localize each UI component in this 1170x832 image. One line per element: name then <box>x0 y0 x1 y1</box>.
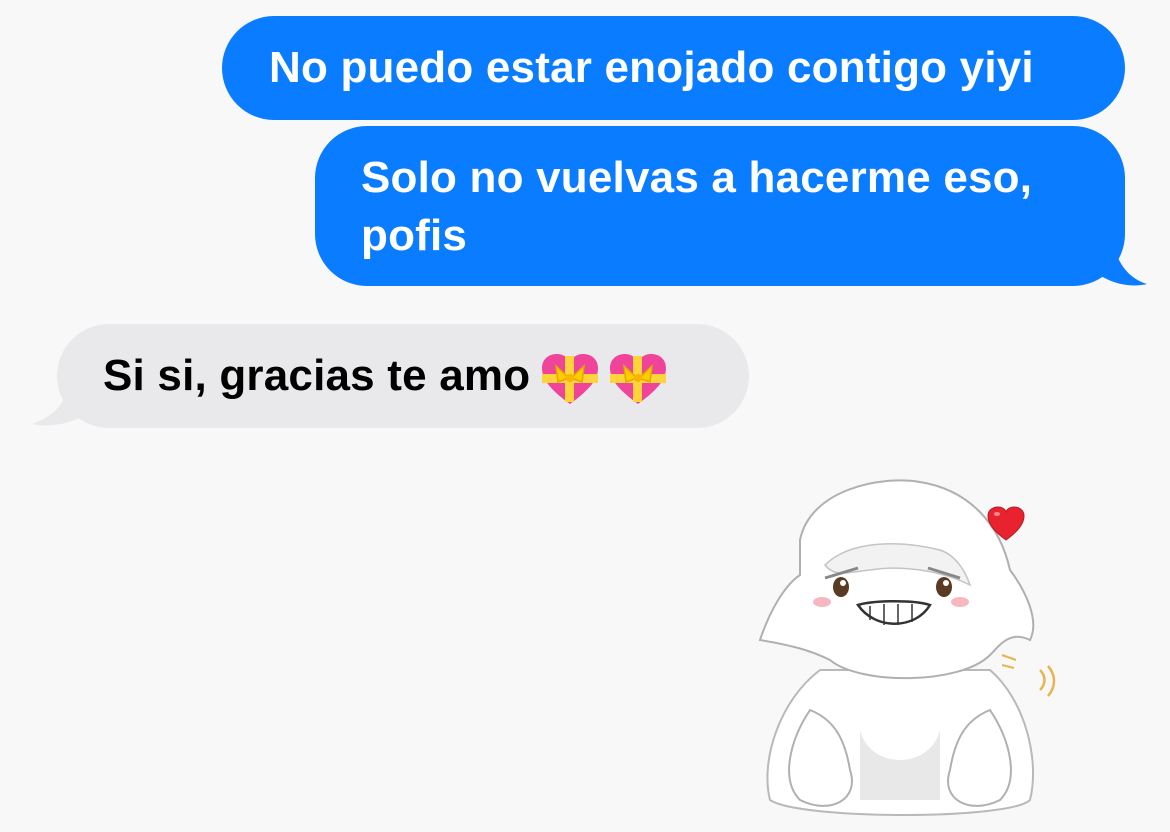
received-bubble-tail <box>32 378 90 426</box>
sent-message-bubble[interactable]: No puedo estar enojado contigo yiyi <box>222 16 1125 120</box>
received-message-bubble[interactable]: Si si, gracias te amo <box>57 324 749 428</box>
emoji-group <box>540 349 676 408</box>
heart-with-ribbon-icon <box>610 354 667 405</box>
heart-with-ribbon-icon <box>542 354 599 405</box>
fluffy-creature-sticker[interactable] <box>740 470 1070 825</box>
message-text: Si si, gracias te amo <box>103 351 531 400</box>
message-text-line: Solo no vuelvas a hacerme eso, <box>361 153 1033 202</box>
sent-bubble-tail <box>1095 238 1147 286</box>
message-text-line: pofis <box>361 211 468 260</box>
message-text: No puedo estar enojado contigo yiyi <box>269 43 1034 92</box>
sent-message-bubble[interactable]: Solo no vuelvas a hacerme eso, pofis <box>315 126 1125 286</box>
